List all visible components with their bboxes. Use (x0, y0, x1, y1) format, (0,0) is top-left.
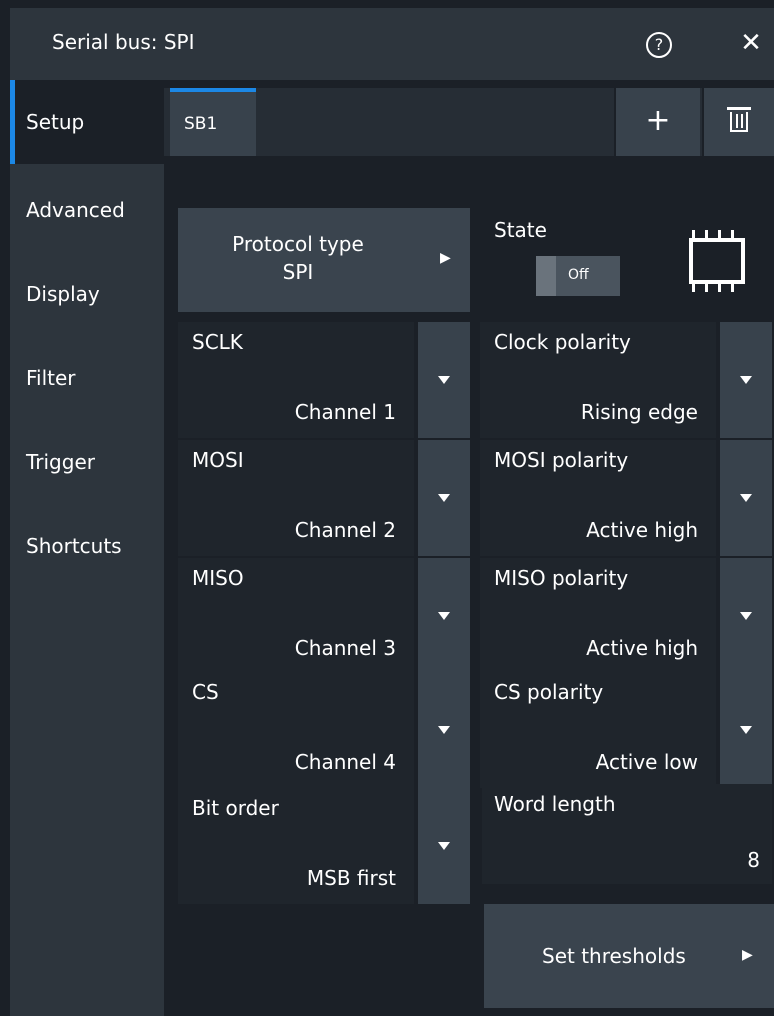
mosi-source-select[interactable]: MOSI Channel 2 (178, 440, 470, 556)
close-icon[interactable]: ✕ (736, 28, 766, 58)
field-label: MISO polarity (494, 566, 629, 590)
cs-polarity-select[interactable]: CS polarity Active low (480, 672, 772, 788)
sidebar: Setup Advanced Display Filter Trigger Sh… (10, 80, 164, 1016)
tab-sb1[interactable]: SB1 (170, 88, 256, 156)
sidebar-item-label: Advanced (26, 198, 125, 222)
dropdown-arrow-icon[interactable] (720, 440, 772, 556)
sidebar-item-shortcuts[interactable]: Shortcuts (10, 504, 164, 588)
field-label: Bit order (192, 796, 279, 820)
trash-icon (727, 107, 751, 132)
field-value: Rising edge (580, 400, 698, 424)
chip-icon (686, 230, 748, 292)
field-body: CS polarity Active low (480, 672, 716, 788)
bit-order-select[interactable]: Bit order MSB first (178, 788, 470, 904)
field-value: Active high (586, 636, 698, 660)
field-value: MSB first (306, 866, 396, 890)
chip-pins-top (692, 230, 742, 238)
chip-body (689, 238, 745, 284)
sidebar-item-display[interactable]: Display (10, 252, 164, 336)
help-icon[interactable]: ? (646, 32, 672, 58)
sidebar-item-label: Shortcuts (26, 534, 122, 558)
clock-polarity-select[interactable]: Clock polarity Rising edge (480, 322, 772, 438)
protocol-type-label: Protocol type (232, 232, 364, 256)
setup-panel: SB1 + Protocol type SPI ▶ State Off SCLK… (164, 80, 774, 1016)
add-bus-button[interactable]: + (614, 88, 700, 156)
field-value: Active high (586, 518, 698, 542)
mosi-polarity-select[interactable]: MOSI polarity Active high (480, 440, 772, 556)
word-length-label: Word length (494, 792, 616, 816)
dropdown-arrow-icon[interactable] (418, 788, 470, 904)
dropdown-arrow-icon[interactable] (418, 558, 470, 674)
field-label: Clock polarity (494, 330, 631, 354)
sidebar-item-advanced[interactable]: Advanced (10, 168, 164, 252)
field-value: Active low (595, 750, 698, 774)
sidebar-item-setup[interactable]: Setup (10, 80, 164, 164)
delete-bus-button[interactable] (702, 88, 774, 156)
field-label: SCLK (192, 330, 243, 354)
field-value: Channel 2 (294, 518, 396, 542)
field-body: MOSI Channel 2 (178, 440, 414, 556)
sidebar-item-label: Setup (26, 110, 85, 134)
title-bar: Serial bus: SPI ? ✕ (10, 8, 774, 80)
protocol-type-value: SPI (282, 260, 314, 284)
field-label: CS polarity (494, 680, 604, 704)
state-toggle[interactable]: Off (536, 256, 620, 296)
word-length-field[interactable]: Word length 8 (482, 784, 772, 884)
dropdown-arrow-icon[interactable] (720, 672, 772, 788)
word-length-value[interactable]: 8 (747, 848, 760, 872)
sidebar-item-label: Trigger (26, 450, 95, 474)
protocol-type-button[interactable]: Protocol type SPI ▶ (178, 208, 470, 312)
field-value: Channel 4 (294, 750, 396, 774)
field-label: MISO (192, 566, 244, 590)
dropdown-arrow-icon[interactable] (418, 322, 470, 438)
triangle-right-icon: ▶ (440, 250, 451, 266)
field-body: Clock polarity Rising edge (480, 322, 716, 438)
dropdown-arrow-icon[interactable] (720, 322, 772, 438)
sclk-source-select[interactable]: SCLK Channel 1 (178, 322, 470, 438)
bus-tab-strip: SB1 + (164, 88, 774, 156)
state-value: Off (568, 267, 589, 283)
window-title: Serial bus: SPI (52, 30, 195, 54)
field-body: MISO polarity Active high (480, 558, 716, 674)
dropdown-arrow-icon[interactable] (720, 558, 772, 674)
tab-label: SB1 (184, 114, 218, 134)
field-label: MOSI (192, 448, 244, 472)
field-label: CS (192, 680, 219, 704)
field-value: Channel 3 (294, 636, 396, 660)
miso-polarity-select[interactable]: MISO polarity Active high (480, 558, 772, 674)
triangle-right-icon: ▶ (742, 947, 753, 963)
sidebar-item-filter[interactable]: Filter (10, 336, 164, 420)
field-body: MOSI polarity Active high (480, 440, 716, 556)
field-body: CS Channel 4 (178, 672, 414, 788)
sidebar-item-label: Filter (26, 366, 76, 390)
dropdown-arrow-icon[interactable] (418, 672, 470, 788)
field-body: SCLK Channel 1 (178, 322, 414, 438)
field-value: Channel 1 (294, 400, 396, 424)
field-body: Bit order MSB first (178, 788, 414, 904)
sidebar-item-trigger[interactable]: Trigger (10, 420, 164, 504)
field-label: MOSI polarity (494, 448, 629, 472)
plus-icon: + (645, 103, 671, 138)
field-body: MISO Channel 3 (178, 558, 414, 674)
set-thresholds-label: Set thresholds (542, 944, 686, 968)
toggle-knob (536, 256, 556, 296)
dropdown-arrow-icon[interactable] (418, 440, 470, 556)
chip-pins-bottom (692, 284, 742, 292)
miso-source-select[interactable]: MISO Channel 3 (178, 558, 470, 674)
sidebar-item-label: Display (26, 282, 100, 306)
cs-source-select[interactable]: CS Channel 4 (178, 672, 470, 788)
state-label: State (494, 218, 547, 242)
set-thresholds-button[interactable]: Set thresholds ▶ (484, 904, 774, 1008)
